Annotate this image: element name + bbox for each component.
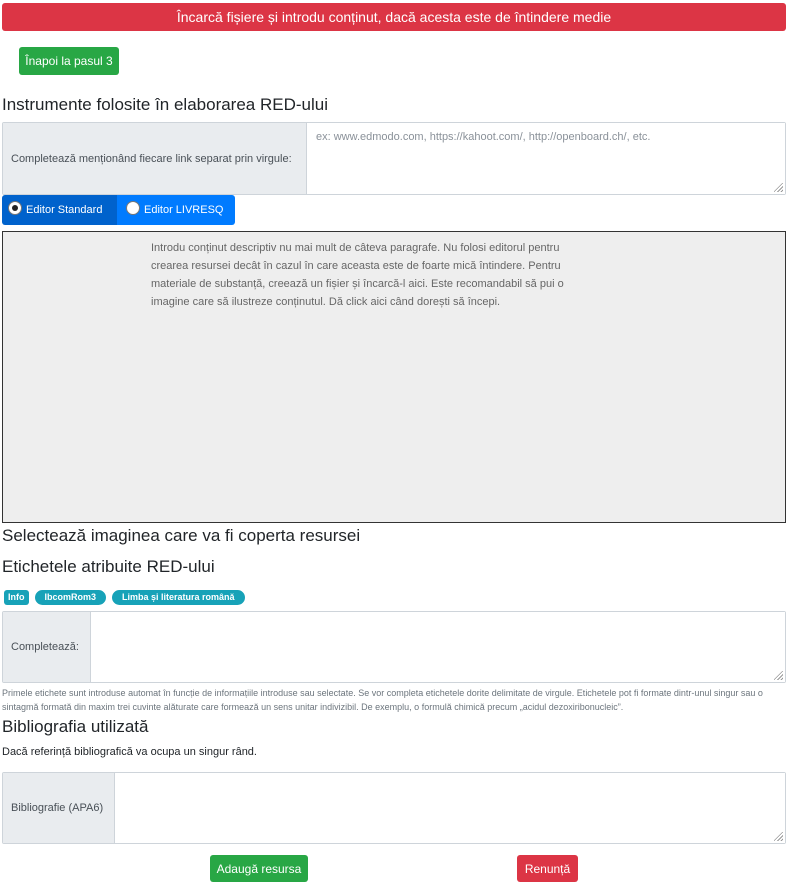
tag-badge: Limba și literatura română bbox=[112, 590, 245, 605]
tools-label: Completează menționând fiecare link sepa… bbox=[3, 123, 307, 194]
tools-input-group: Completează menționând fiecare link sepa… bbox=[2, 122, 786, 195]
tags-label: Completează: bbox=[3, 612, 91, 682]
editor-selector: Editor Standard Editor LIVRESQ bbox=[2, 195, 235, 225]
editor-livresq-option[interactable]: Editor LIVRESQ bbox=[117, 195, 235, 225]
tools-placeholder: ex: www.edmodo.com, https://kahoot.com/,… bbox=[316, 131, 651, 143]
radio-checked-icon[interactable] bbox=[8, 201, 22, 215]
tags-input-group: Completează: bbox=[2, 611, 786, 683]
cancel-button[interactable]: Renunță bbox=[517, 855, 578, 882]
tools-textarea[interactable]: ex: www.edmodo.com, https://kahoot.com/,… bbox=[307, 123, 785, 194]
radio-unchecked-icon[interactable] bbox=[126, 201, 140, 215]
editor-livresq-label: Editor LIVRESQ bbox=[144, 204, 224, 216]
bibliography-label: Bibliografie (APA6) bbox=[3, 773, 115, 843]
editor-standard-option[interactable]: Editor Standard bbox=[2, 195, 117, 225]
back-to-step-3-button[interactable]: Înapoi la pasul 3 bbox=[19, 47, 119, 75]
cover-heading[interactable]: Selectează imaginea care va fi coperta r… bbox=[2, 526, 360, 546]
tools-heading: Instrumente folosite în elaborarea RED-u… bbox=[2, 95, 328, 114]
tags-help-text: Primele etichete sunt introduse automat … bbox=[2, 688, 763, 712]
resize-grip-icon[interactable] bbox=[774, 183, 783, 192]
editor-standard-label: Editor Standard bbox=[26, 204, 103, 216]
content-editor[interactable]: Introdu conținut descriptiv nu mai mult … bbox=[2, 231, 786, 523]
resize-grip-icon[interactable] bbox=[774, 832, 783, 841]
add-resource-button[interactable]: Adaugă resursa bbox=[210, 855, 308, 882]
bibliography-textarea[interactable] bbox=[115, 773, 785, 843]
tags-heading: Etichetele atribuite RED-ului bbox=[2, 557, 215, 576]
tag-badge: Info bbox=[4, 590, 29, 605]
editor-placeholder: Introdu conținut descriptiv nu mai mult … bbox=[151, 242, 564, 308]
bibliography-heading: Bibliografia utilizată bbox=[2, 717, 149, 736]
page-banner: Încarcă fișiere și introdu conținut, dac… bbox=[2, 3, 786, 31]
tag-list: Info lbcomRom3 Limba și literatura român… bbox=[4, 590, 245, 605]
tags-textarea[interactable] bbox=[91, 612, 785, 682]
bibliography-subtext: Dacă referință bibliografică va ocupa un… bbox=[2, 746, 257, 758]
resize-grip-icon[interactable] bbox=[774, 671, 783, 680]
tag-badge: lbcomRom3 bbox=[34, 590, 107, 605]
bibliography-input-group: Bibliografie (APA6) bbox=[2, 772, 786, 844]
